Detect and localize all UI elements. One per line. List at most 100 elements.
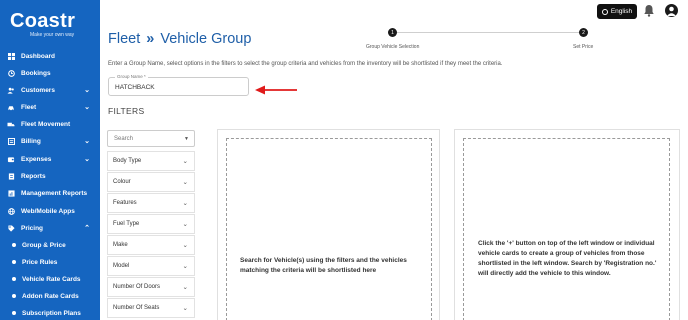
page-title: Vehicle Group: [160, 31, 252, 47]
filter-model[interactable]: Model ⌄: [107, 256, 195, 276]
sidebar-subitem-addon-rate-cards[interactable]: Addon Rate Cards: [0, 288, 100, 304]
car-icon: [7, 103, 15, 111]
instruction-text: Enter a Group Name, select options in th…: [108, 61, 503, 67]
globe-ring-icon: [601, 8, 608, 15]
group-panel: Click the '+' button on top of the left …: [454, 129, 680, 320]
filter-features[interactable]: Features ⌄: [107, 193, 195, 213]
users-icon: [7, 86, 15, 94]
filter-search-placeholder: Search: [114, 136, 134, 142]
chevron-down-icon: ⌄: [182, 158, 188, 165]
sidebar-subitem-group-price[interactable]: Group & Price: [0, 237, 100, 253]
breadcrumb: Fleet » Vehicle Group: [108, 31, 251, 47]
chevron-down-icon: ⌄: [84, 87, 90, 94]
bell-icon[interactable]: [643, 4, 655, 17]
chevron-down-icon: ⌄: [182, 263, 188, 270]
sidebar-subitem-price-rules[interactable]: Price Rules: [0, 254, 100, 270]
chevron-up-icon: ⌃: [84, 225, 90, 232]
user-avatar-icon[interactable]: [665, 4, 678, 17]
chevron-down-icon: ⌄: [182, 305, 188, 312]
sidebar-item-billing[interactable]: Billing ⌄: [0, 133, 100, 149]
sidebar-subitem-label: Subscription Plans: [22, 309, 81, 317]
filter-fuel-type[interactable]: Fuel Type ⌄: [107, 214, 195, 234]
truck-icon: [7, 120, 15, 128]
filter-body-type[interactable]: Body Type ⌄: [107, 151, 195, 171]
bullet-icon: [12, 277, 16, 281]
chevron-down-icon: ⌄: [84, 104, 90, 111]
sidebar-item-reports[interactable]: Reports: [0, 168, 100, 184]
group-name-field[interactable]: Group Name *: [108, 74, 249, 96]
brand-logo[interactable]: Coastr Make your own way: [8, 10, 94, 40]
filter-label: Model: [113, 263, 130, 269]
filter-make[interactable]: Make ⌄: [107, 235, 195, 255]
step-2-label: Set Price: [573, 44, 594, 50]
brand-name: Coastr: [10, 10, 76, 32]
tag-icon: [7, 224, 15, 232]
sidebar-item-label: Fleet: [21, 103, 37, 111]
group-name-input[interactable]: [115, 82, 243, 92]
sidebar-subitem-subscription-plans[interactable]: Subscription Plans: [0, 305, 100, 320]
sidebar-subitem-label: Price Rules: [22, 258, 58, 266]
filter-label: Body Type: [113, 158, 142, 164]
bullet-icon: [12, 260, 16, 264]
brand-tagline: Make your own way: [30, 32, 75, 38]
sidebar-item-expenses[interactable]: Expenses ⌄: [0, 151, 100, 167]
filter-label: Colour: [113, 179, 131, 185]
sidebar-item-label: Web/Mobile Apps: [21, 207, 75, 215]
billing-icon: [7, 137, 15, 145]
filters-heading: FILTERS: [108, 106, 145, 116]
bullet-icon: [12, 243, 16, 247]
chevron-down-icon: ⌄: [182, 200, 188, 207]
sidebar-item-fleet[interactable]: Fleet ⌄: [0, 99, 100, 115]
sidebar-item-label: Dashboard: [21, 52, 55, 60]
group-dropzone: [463, 138, 670, 320]
chevron-down-icon: ⌄: [182, 284, 188, 291]
language-button[interactable]: English: [597, 4, 637, 19]
filter-label: Make: [113, 242, 128, 248]
bullet-icon: [12, 294, 16, 298]
shortlist-panel: Search for Vehicle(s) using the filters …: [217, 129, 440, 320]
sidebar-item-dashboard[interactable]: Dashboard: [0, 48, 100, 64]
annotation-arrow-icon: [254, 82, 298, 95]
filter-number-of-doors[interactable]: Number Of Doors ⌄: [107, 277, 195, 297]
sidebar-item-customers[interactable]: Customers ⌄: [0, 82, 100, 98]
filter-colour[interactable]: Colour ⌄: [107, 172, 195, 192]
step-2-indicator: 2: [579, 28, 588, 37]
sidebar-item-label: Reports: [21, 172, 46, 180]
sidebar-item-label: Fleet Movement: [21, 120, 71, 128]
sidebar-item-label: Billing: [21, 137, 41, 145]
caret-down-icon: ▼: [184, 136, 189, 142]
sidebar-item-pricing[interactable]: Pricing ⌃: [0, 220, 100, 236]
sidebar-item-web-mobile-apps[interactable]: Web/Mobile Apps: [0, 203, 100, 219]
sidebar-item-bookings[interactable]: Bookings: [0, 65, 100, 81]
chevron-down-icon: ⌄: [182, 221, 188, 228]
globe-icon: [7, 207, 15, 215]
step-1-label: Group Vehicle Selection: [366, 44, 420, 50]
sidebar-item-label: Expenses: [21, 155, 52, 163]
report-icon: [7, 172, 15, 180]
group-hint: Click the '+' button on top of the left …: [478, 240, 657, 278]
sidebar-subitem-vehicle-rate-cards[interactable]: Vehicle Rate Cards: [0, 271, 100, 287]
chart-icon: [7, 189, 15, 197]
sidebar-item-management-reports[interactable]: Management Reports: [0, 185, 100, 201]
sidebar-item-label: Customers: [21, 86, 55, 94]
sidebar-item-label: Bookings: [21, 69, 51, 77]
chevron-down-icon: ⌄: [84, 138, 90, 145]
filter-search-select[interactable]: Search ▼: [107, 130, 195, 147]
chevron-down-icon: ⌄: [84, 156, 90, 163]
breadcrumb-separator: »: [146, 31, 155, 47]
language-label: English: [610, 8, 633, 15]
filter-label: Number Of Doors: [113, 284, 161, 290]
filter-number-of-seats[interactable]: Number Of Seats ⌄: [107, 298, 195, 318]
filter-label: Fuel Type: [113, 221, 140, 227]
grid-icon: [7, 52, 15, 60]
shortlist-hint: Search for Vehicle(s) using the filters …: [240, 257, 407, 275]
wallet-icon: [7, 155, 15, 163]
calendar-icon: [7, 69, 15, 77]
sidebar-item-label: Pricing: [21, 224, 44, 232]
step-1-indicator: 1: [388, 28, 397, 37]
sidebar-subitem-label: Group & Price: [22, 241, 66, 249]
breadcrumb-parent[interactable]: Fleet: [108, 31, 140, 47]
sidebar-item-fleet-movement[interactable]: Fleet Movement: [0, 116, 100, 132]
stepper-connector: [393, 32, 584, 33]
bullet-icon: [12, 311, 16, 315]
